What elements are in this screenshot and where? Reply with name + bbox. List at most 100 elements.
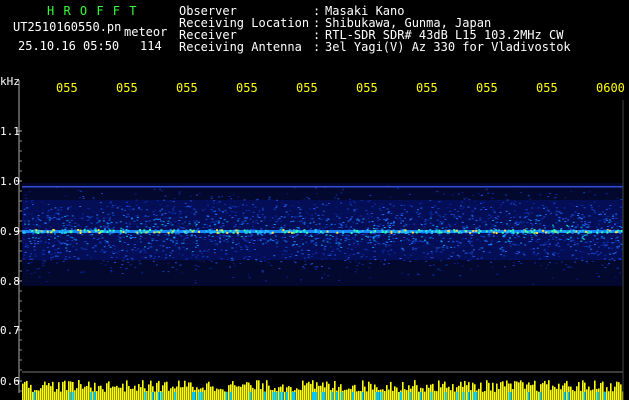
noise-pixel bbox=[545, 258, 548, 260]
noise-pixel bbox=[302, 243, 305, 245]
noise-pixel bbox=[41, 212, 44, 214]
noise-pixel bbox=[232, 206, 235, 208]
baseline-bar bbox=[154, 391, 156, 400]
noise-pixel bbox=[384, 219, 387, 221]
noise-pixel bbox=[483, 244, 486, 246]
signal-pixel bbox=[83, 231, 86, 234]
noise-pixel bbox=[122, 228, 125, 230]
noise-pixel bbox=[151, 235, 154, 236]
noise-pixel bbox=[28, 191, 31, 193]
noise-pixel bbox=[225, 235, 228, 237]
noise-pixel bbox=[482, 201, 485, 203]
noise-pixel bbox=[43, 237, 46, 239]
noise-pixel bbox=[46, 217, 49, 219]
noise-pixel bbox=[229, 208, 232, 209]
noise-pixel bbox=[106, 242, 109, 244]
noise-pixel bbox=[202, 226, 205, 228]
noise-pixel bbox=[322, 240, 325, 242]
noise-pixel bbox=[382, 235, 385, 236]
noise-pixel bbox=[102, 225, 105, 227]
baseline-bar bbox=[396, 387, 398, 400]
noise-pixel bbox=[316, 266, 319, 268]
baseline-bar bbox=[482, 391, 484, 400]
noise-pixel bbox=[57, 209, 60, 211]
noise-pixel bbox=[296, 250, 299, 252]
noise-pixel bbox=[457, 193, 460, 195]
noise-pixel bbox=[252, 243, 255, 244]
noise-pixel bbox=[42, 223, 45, 225]
noise-pixel bbox=[577, 244, 580, 246]
noise-pixel bbox=[539, 223, 542, 225]
noise-pixel bbox=[201, 256, 204, 258]
noise-pixel bbox=[308, 235, 311, 237]
noise-pixel bbox=[232, 194, 235, 196]
noise-pixel bbox=[137, 248, 140, 250]
noise-pixel bbox=[562, 234, 565, 236]
noise-pixel bbox=[444, 214, 447, 216]
noise-pixel bbox=[118, 233, 121, 235]
baseline-bar bbox=[534, 380, 536, 400]
noise-pixel bbox=[153, 188, 156, 190]
noise-pixel bbox=[525, 228, 528, 230]
noise-pixel bbox=[411, 217, 414, 219]
noise-pixel bbox=[337, 244, 340, 246]
signal-pixel bbox=[440, 231, 443, 234]
baseline-bar bbox=[386, 385, 388, 400]
noise-pixel bbox=[303, 223, 306, 225]
noise-pixel bbox=[617, 245, 620, 247]
noise-pixel bbox=[66, 215, 69, 217]
noise-pixel bbox=[461, 201, 463, 203]
noise-pixel bbox=[387, 212, 390, 214]
noise-pixel bbox=[372, 226, 375, 228]
noise-pixel bbox=[567, 243, 570, 245]
noise-pixel bbox=[214, 223, 217, 225]
noise-pixel bbox=[462, 206, 465, 208]
noise-pixel bbox=[304, 234, 307, 236]
noise-pixel bbox=[563, 249, 566, 251]
noise-pixel bbox=[521, 226, 524, 228]
noise-pixel bbox=[476, 258, 479, 260]
baseline-accent bbox=[69, 392, 71, 400]
noise-pixel bbox=[616, 222, 619, 224]
noise-pixel bbox=[349, 201, 352, 203]
noise-pixel bbox=[28, 237, 31, 239]
noise-pixel bbox=[576, 237, 579, 239]
noise-pixel bbox=[48, 239, 51, 240]
noise-pixel bbox=[459, 275, 462, 277]
baseline-bar bbox=[222, 389, 224, 400]
noise-pixel bbox=[126, 205, 129, 207]
baseline-bar bbox=[84, 386, 86, 400]
signal-pixel bbox=[358, 231, 361, 234]
noise-pixel bbox=[555, 207, 558, 209]
noise-pixel bbox=[576, 278, 579, 280]
baseline-bar bbox=[302, 380, 304, 400]
noise-pixel bbox=[547, 210, 550, 212]
noise-pixel bbox=[48, 242, 51, 244]
signal-pixel bbox=[464, 229, 467, 232]
noise-pixel bbox=[403, 209, 406, 211]
baseline-accent bbox=[281, 392, 284, 400]
noise-pixel bbox=[213, 249, 216, 250]
noise-pixel bbox=[488, 235, 491, 237]
noise-pixel bbox=[481, 194, 484, 195]
noise-pixel bbox=[614, 224, 616, 226]
signal-pixel bbox=[221, 229, 224, 232]
noise-pixel bbox=[329, 234, 332, 236]
noise-pixel bbox=[107, 213, 110, 215]
baseline-bar bbox=[498, 389, 500, 400]
baseline-bar bbox=[582, 380, 584, 400]
noise-pixel bbox=[356, 219, 359, 221]
noise-pixel bbox=[31, 218, 34, 220]
noise-pixel bbox=[102, 212, 105, 214]
noise-pixel bbox=[309, 222, 312, 224]
noise-pixel bbox=[269, 238, 272, 240]
noise-pixel bbox=[475, 227, 478, 229]
noise-pixel bbox=[407, 242, 409, 244]
noise-pixel bbox=[232, 259, 235, 261]
baseline-bar bbox=[104, 391, 106, 400]
noise-pixel bbox=[327, 275, 330, 277]
noise-pixel bbox=[515, 234, 518, 236]
baseline-bar bbox=[346, 389, 348, 400]
noise-pixel bbox=[527, 195, 530, 197]
noise-pixel bbox=[91, 247, 94, 249]
